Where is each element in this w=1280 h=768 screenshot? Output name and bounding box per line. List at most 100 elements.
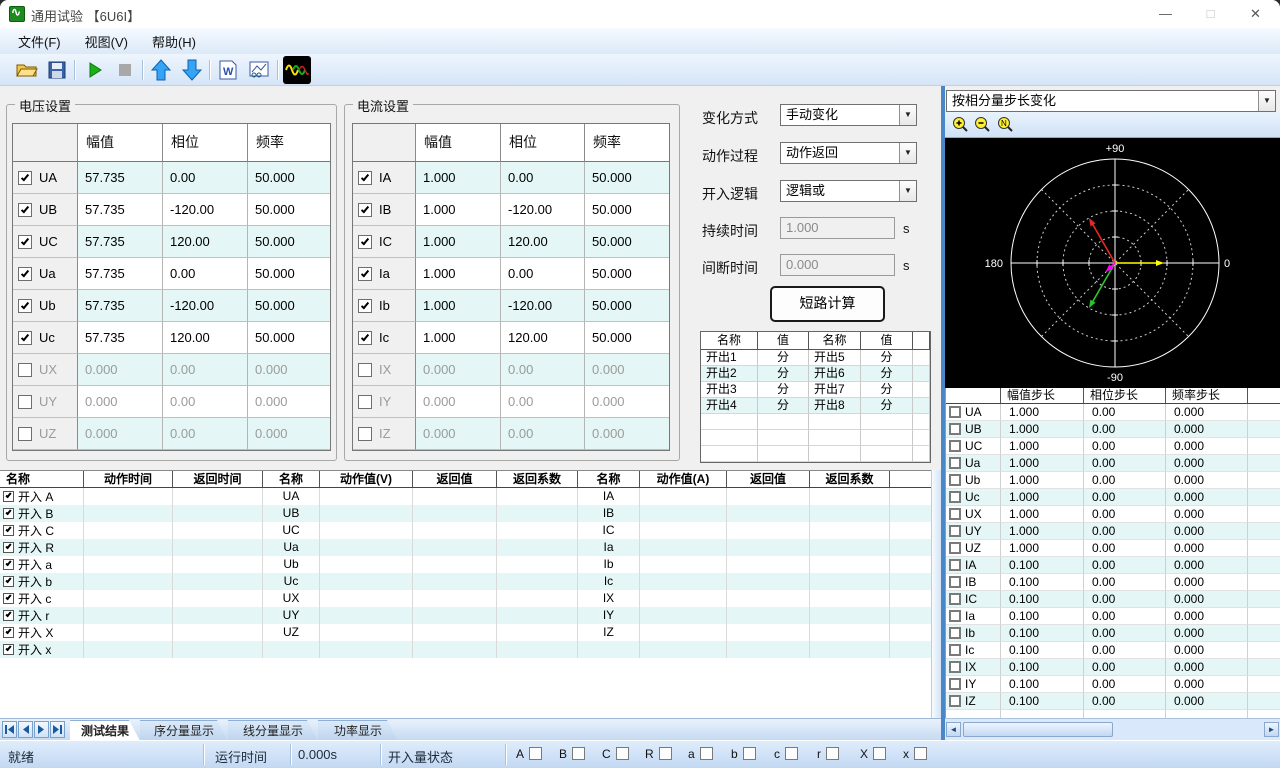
step-channel-cell[interactable]: UC bbox=[946, 438, 1001, 455]
step-value-cell[interactable]: 0.100 bbox=[1001, 659, 1084, 676]
value-cell[interactable]: 50.000 bbox=[585, 258, 669, 290]
step-value-cell[interactable]: 0.00 bbox=[1084, 659, 1166, 676]
value-cell[interactable]: 1.000 bbox=[416, 162, 501, 194]
checkbox[interactable] bbox=[358, 298, 372, 313]
duration-field[interactable]: 1.000 bbox=[780, 217, 895, 239]
value-cell[interactable]: 50.000 bbox=[585, 162, 669, 194]
value-cell[interactable]: 0.000 bbox=[585, 354, 669, 386]
step-value-cell[interactable]: 0.000 bbox=[1166, 404, 1248, 421]
step-value-cell[interactable]: 0.00 bbox=[1084, 642, 1166, 659]
return-coeff-cell[interactable] bbox=[810, 488, 890, 505]
stop-icon[interactable] bbox=[112, 57, 138, 83]
value-cell[interactable]: 0.00 bbox=[501, 386, 585, 418]
action-value-a-cell[interactable] bbox=[640, 641, 727, 658]
checkbox[interactable] bbox=[358, 266, 372, 281]
checkbox[interactable] bbox=[949, 508, 961, 520]
return-value-cell[interactable] bbox=[413, 641, 497, 658]
return-value-cell[interactable] bbox=[727, 539, 810, 556]
return-value-cell[interactable] bbox=[727, 590, 810, 607]
value-cell[interactable]: 1.000 bbox=[416, 226, 501, 258]
step-value-cell[interactable]: 0.000 bbox=[1166, 574, 1248, 591]
action-value-v-cell[interactable] bbox=[320, 641, 413, 658]
checkbox[interactable] bbox=[949, 491, 961, 503]
checkbox[interactable] bbox=[949, 542, 961, 554]
scroll-left-icon[interactable]: ◄ bbox=[946, 722, 961, 737]
value-cell[interactable]: 0.00 bbox=[163, 258, 248, 290]
value-cell[interactable]: 0.00 bbox=[501, 354, 585, 386]
action-time-cell[interactable] bbox=[84, 522, 173, 539]
step-value-cell[interactable]: 0.000 bbox=[1166, 472, 1248, 489]
step-table-hscrollbar[interactable]: ◄ ► bbox=[945, 718, 1280, 740]
action-value-a-cell[interactable] bbox=[640, 539, 727, 556]
return-coeff-cell[interactable] bbox=[810, 641, 890, 658]
output-value[interactable]: 分 bbox=[758, 382, 809, 398]
value-cell[interactable]: 50.000 bbox=[248, 226, 330, 258]
checkbox[interactable] bbox=[949, 678, 961, 690]
value-cell[interactable]: 57.735 bbox=[78, 194, 163, 226]
action-process-select[interactable]: 动作返回 ▼ bbox=[780, 142, 917, 164]
zoom-reset-icon[interactable]: N bbox=[997, 116, 1015, 134]
channel-toggle-cell[interactable]: UZ bbox=[13, 418, 78, 450]
action-value-a-cell[interactable] bbox=[640, 488, 727, 505]
action-value-v-cell[interactable] bbox=[320, 590, 413, 607]
din-cell[interactable]: 开入 C bbox=[0, 522, 84, 539]
checkbox[interactable] bbox=[358, 202, 372, 217]
action-value-v-cell[interactable] bbox=[320, 624, 413, 641]
hscroll-thumb[interactable] bbox=[963, 722, 1113, 737]
channel-toggle-cell[interactable]: Ia bbox=[353, 258, 416, 290]
checkbox[interactable] bbox=[949, 559, 961, 571]
step-value-cell[interactable]: 0.000 bbox=[1166, 676, 1248, 693]
value-cell[interactable]: 120.00 bbox=[163, 226, 248, 258]
return-time-cell[interactable] bbox=[173, 488, 263, 505]
step-value-cell[interactable]: 0.000 bbox=[1166, 455, 1248, 472]
checkbox[interactable] bbox=[949, 406, 961, 418]
output-name[interactable]: 开出6 bbox=[809, 366, 861, 382]
step-channel-cell[interactable]: Ua bbox=[946, 455, 1001, 472]
step-value-cell[interactable]: 1.000 bbox=[1001, 506, 1084, 523]
return-coeff-cell[interactable] bbox=[497, 556, 578, 573]
return-coeff-cell[interactable] bbox=[497, 624, 578, 641]
interval-field[interactable]: 0.000 bbox=[780, 254, 895, 276]
step-channel-cell[interactable]: IZ bbox=[946, 693, 1001, 710]
value-cell[interactable]: 0.00 bbox=[163, 418, 248, 450]
checkbox[interactable] bbox=[358, 362, 372, 377]
output-name[interactable]: 开出7 bbox=[809, 382, 861, 398]
action-value-v-cell[interactable] bbox=[320, 607, 413, 624]
checkbox[interactable] bbox=[3, 627, 14, 638]
output-value[interactable]: 分 bbox=[758, 398, 809, 414]
checkbox[interactable] bbox=[3, 593, 14, 604]
step-channel-cell[interactable]: UX bbox=[946, 506, 1001, 523]
step-value-cell[interactable]: 0.00 bbox=[1084, 523, 1166, 540]
checkbox[interactable] bbox=[358, 330, 372, 345]
value-cell[interactable]: 0.00 bbox=[163, 386, 248, 418]
step-value-cell[interactable]: 0.00 bbox=[1084, 455, 1166, 472]
short-circuit-calc-button[interactable]: 短路计算 bbox=[770, 286, 885, 322]
value-cell[interactable]: 50.000 bbox=[248, 162, 330, 194]
step-value-cell[interactable]: 1.000 bbox=[1001, 455, 1084, 472]
return-value-cell[interactable] bbox=[413, 607, 497, 624]
checkbox[interactable] bbox=[18, 202, 32, 217]
checkbox[interactable] bbox=[18, 362, 32, 377]
action-time-cell[interactable] bbox=[84, 607, 173, 624]
value-cell[interactable]: 57.735 bbox=[78, 290, 163, 322]
din-cell[interactable]: 开入 R bbox=[0, 539, 84, 556]
panel-splitter[interactable] bbox=[941, 86, 945, 740]
step-channel-cell[interactable]: IB bbox=[946, 574, 1001, 591]
value-cell[interactable]: 120.00 bbox=[501, 322, 585, 354]
checkbox[interactable] bbox=[949, 593, 961, 605]
return-coeff-cell[interactable] bbox=[810, 590, 890, 607]
output-value[interactable]: 分 bbox=[758, 350, 809, 366]
value-cell[interactable]: 0.000 bbox=[585, 418, 669, 450]
return-value-cell[interactable] bbox=[727, 573, 810, 590]
return-time-cell[interactable] bbox=[173, 590, 263, 607]
word-report-icon[interactable]: W bbox=[215, 57, 241, 83]
return-value-cell[interactable] bbox=[413, 573, 497, 590]
return-value-cell[interactable] bbox=[727, 522, 810, 539]
channel-toggle-cell[interactable]: Ub bbox=[13, 290, 78, 322]
step-channel-cell[interactable]: Ib bbox=[946, 625, 1001, 642]
checkbox[interactable] bbox=[18, 426, 32, 441]
value-cell[interactable]: 50.000 bbox=[585, 290, 669, 322]
return-coeff-cell[interactable] bbox=[497, 539, 578, 556]
channel-toggle-cell[interactable]: IB bbox=[353, 194, 416, 226]
action-time-cell[interactable] bbox=[84, 624, 173, 641]
